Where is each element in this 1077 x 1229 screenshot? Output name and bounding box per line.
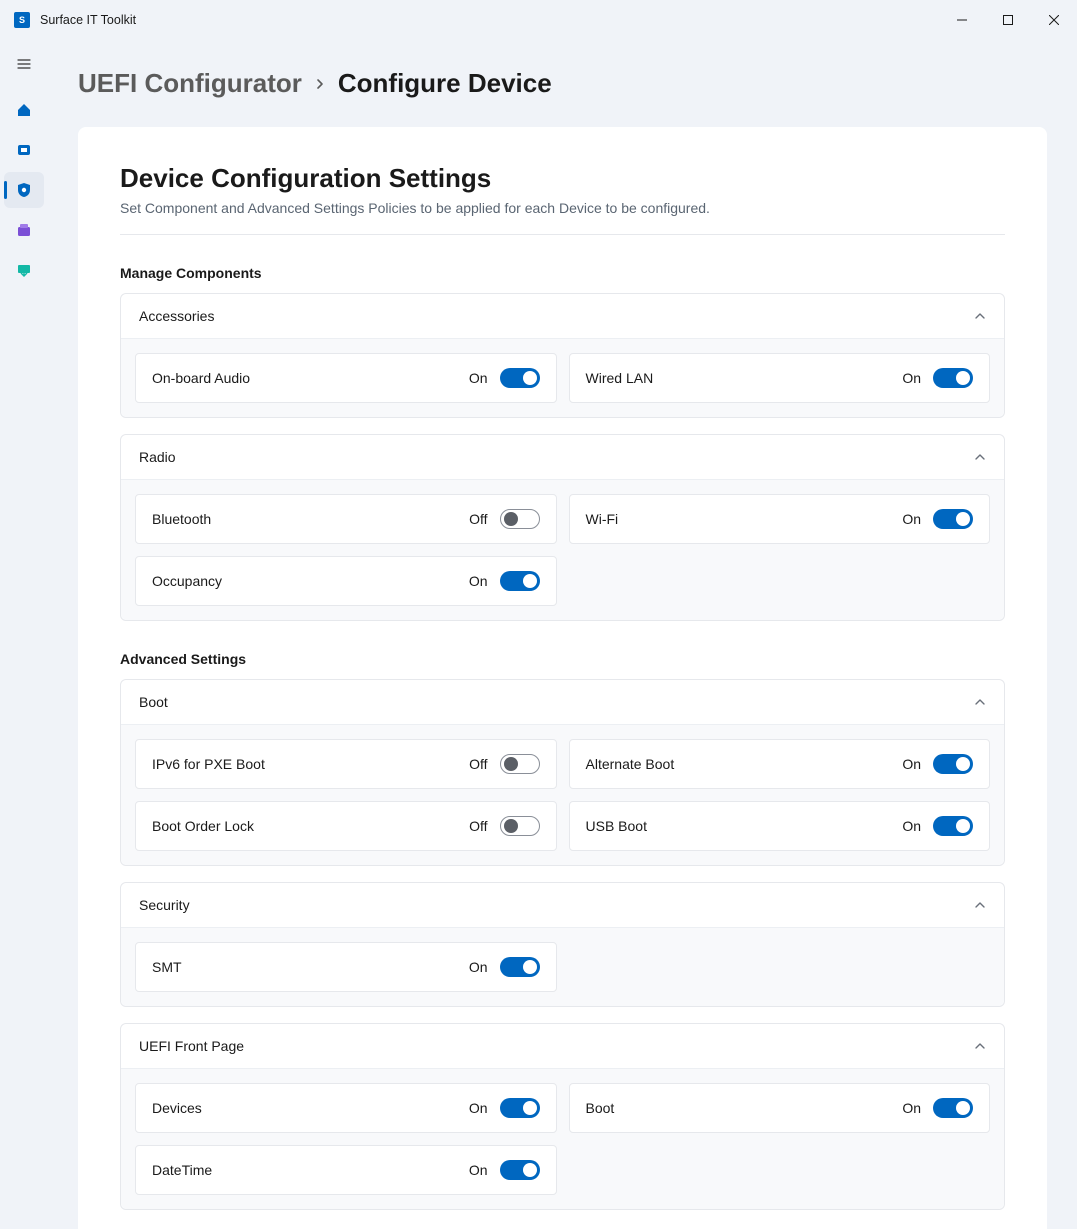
nav-uefi-configurator[interactable] — [4, 172, 44, 208]
setting-label: Wi-Fi — [586, 511, 619, 527]
chevron-up-icon — [974, 696, 986, 708]
setting-ipv6-pxe-boot: IPv6 for PXE Boot Off — [135, 739, 557, 789]
hamburger-button[interactable] — [4, 46, 44, 82]
breadcrumb: UEFI Configurator Configure Device — [78, 40, 1047, 127]
toggle-bluetooth[interactable] — [500, 509, 540, 529]
setting-occupancy: Occupancy On — [135, 556, 557, 606]
toggle-state-label: Off — [469, 511, 487, 527]
toggle-state-label: On — [469, 370, 488, 386]
setting-label: IPv6 for PXE Boot — [152, 756, 265, 772]
page-title: Device Configuration Settings — [120, 163, 1005, 194]
page-subtitle: Set Component and Advanced Settings Poli… — [120, 200, 1005, 235]
group-title: Accessories — [139, 308, 214, 324]
group-header-accessories[interactable]: Accessories — [121, 294, 1004, 339]
toggle-uefi-boot[interactable] — [933, 1098, 973, 1118]
setting-wifi: Wi-Fi On — [569, 494, 991, 544]
setting-label: On-board Audio — [152, 370, 250, 386]
setting-boot-page: Boot On — [569, 1083, 991, 1133]
chevron-up-icon — [974, 899, 986, 911]
maximize-button[interactable] — [985, 4, 1031, 36]
group-header-boot[interactable]: Boot — [121, 680, 1004, 725]
group-radio: Radio Bluetooth Off Wi-Fi On — [120, 434, 1005, 621]
setting-label: Devices — [152, 1100, 202, 1116]
setting-label: Bluetooth — [152, 511, 211, 527]
toggle-smt[interactable] — [500, 957, 540, 977]
titlebar: S Surface IT Toolkit — [0, 0, 1077, 40]
content-panel: Device Configuration Settings Set Compon… — [78, 127, 1047, 1229]
setting-label: Wired LAN — [586, 370, 654, 386]
chevron-right-icon — [314, 78, 326, 90]
nav-data-eraser[interactable] — [4, 132, 44, 168]
setting-boot-order-lock: Boot Order Lock Off — [135, 801, 557, 851]
toggle-state-label: On — [902, 1100, 921, 1116]
breadcrumb-current: Configure Device — [338, 68, 552, 99]
chevron-up-icon — [974, 451, 986, 463]
nav-recovery-tool[interactable] — [4, 212, 44, 248]
chevron-up-icon — [974, 1040, 986, 1052]
toggle-uefi-devices[interactable] — [500, 1098, 540, 1118]
setting-label: USB Boot — [586, 818, 647, 834]
app-title: Surface IT Toolkit — [40, 13, 136, 27]
group-boot: Boot IPv6 for PXE Boot Off Alternate Boo… — [120, 679, 1005, 866]
toggle-ipv6-pxe[interactable] — [500, 754, 540, 774]
close-button[interactable] — [1031, 4, 1077, 36]
setting-label: DateTime — [152, 1162, 212, 1178]
toggle-occupancy[interactable] — [500, 571, 540, 591]
toggle-state-label: On — [469, 1100, 488, 1116]
window-controls — [939, 4, 1077, 36]
group-header-security[interactable]: Security — [121, 883, 1004, 928]
toggle-state-label: Off — [469, 818, 487, 834]
section-manage-components: Manage Components — [120, 265, 1005, 281]
toggle-onboard-audio[interactable] — [500, 368, 540, 388]
toggle-state-label: On — [902, 756, 921, 772]
group-title: UEFI Front Page — [139, 1038, 244, 1054]
group-title: Security — [139, 897, 190, 913]
setting-alternate-boot: Alternate Boot On — [569, 739, 991, 789]
group-uefi-front-page: UEFI Front Page Devices On Boot — [120, 1023, 1005, 1210]
setting-label: SMT — [152, 959, 182, 975]
breadcrumb-parent[interactable]: UEFI Configurator — [78, 68, 302, 99]
app-icon: S — [14, 12, 30, 28]
toggle-wifi[interactable] — [933, 509, 973, 529]
chevron-up-icon — [974, 310, 986, 322]
setting-label: Occupancy — [152, 573, 222, 589]
group-title: Radio — [139, 449, 176, 465]
setting-devices: Devices On — [135, 1083, 557, 1133]
section-advanced-settings: Advanced Settings — [120, 651, 1005, 667]
group-accessories: Accessories On-board Audio On Wired LAN — [120, 293, 1005, 418]
setting-bluetooth: Bluetooth Off — [135, 494, 557, 544]
setting-label: Alternate Boot — [586, 756, 675, 772]
toggle-state-label: Off — [469, 756, 487, 772]
group-security: Security SMT On — [120, 882, 1005, 1007]
toggle-state-label: On — [902, 370, 921, 386]
nav-home[interactable] — [4, 92, 44, 128]
setting-datetime: DateTime On — [135, 1145, 557, 1195]
toggle-alternate-boot[interactable] — [933, 754, 973, 774]
group-header-radio[interactable]: Radio — [121, 435, 1004, 480]
setting-wired-lan: Wired LAN On — [569, 353, 991, 403]
toggle-state-label: On — [469, 959, 488, 975]
toggle-usb-boot[interactable] — [933, 816, 973, 836]
setting-onboard-audio: On-board Audio On — [135, 353, 557, 403]
toggle-state-label: On — [902, 511, 921, 527]
toggle-wired-lan[interactable] — [933, 368, 973, 388]
toggle-boot-order-lock[interactable] — [500, 816, 540, 836]
setting-label: Boot Order Lock — [152, 818, 254, 834]
toggle-state-label: On — [469, 1162, 488, 1178]
toggle-uefi-datetime[interactable] — [500, 1160, 540, 1180]
setting-usb-boot: USB Boot On — [569, 801, 991, 851]
toggle-state-label: On — [469, 573, 488, 589]
group-title: Boot — [139, 694, 168, 710]
minimize-button[interactable] — [939, 4, 985, 36]
toggle-state-label: On — [902, 818, 921, 834]
nav-rail — [0, 40, 48, 1229]
setting-label: Boot — [586, 1100, 615, 1116]
setting-smt: SMT On — [135, 942, 557, 992]
nav-tool-installer[interactable] — [4, 252, 44, 288]
group-header-uefi-front[interactable]: UEFI Front Page — [121, 1024, 1004, 1069]
